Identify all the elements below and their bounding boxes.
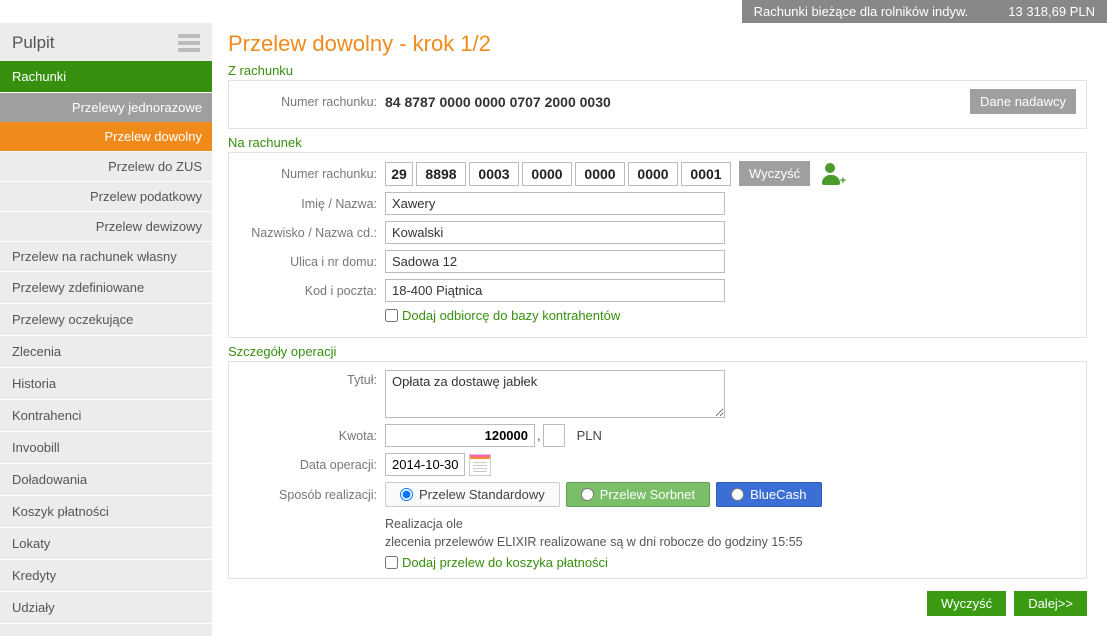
section-from-label: Z rachunku — [228, 63, 1087, 78]
to-street-label: Ulica i nr domu: — [235, 255, 385, 269]
from-account-label: Numer rachunku: — [235, 95, 385, 109]
sidebar-item-lokaty[interactable]: Lokaty — [0, 528, 212, 560]
amount-label: Kwota: — [235, 429, 385, 443]
method-bluecash[interactable]: BlueCash — [716, 482, 821, 507]
contact-picker-icon[interactable]: + — [820, 163, 842, 185]
sidebar-sub-przelewy-jednorazowe[interactable]: Przelewy jednorazowe — [0, 93, 212, 122]
to-surname-label: Nazwisko / Nazwa cd.: — [235, 226, 385, 240]
method-sorbnet[interactable]: Przelew Sorbnet — [566, 482, 710, 507]
sidebar-sub-przelew-dowolny[interactable]: Przelew dowolny — [0, 122, 212, 152]
page-title: Przelew dowolny - krok 1/2 — [228, 31, 1087, 57]
from-account-value: 84 8787 0000 0000 0707 2000 0030 — [385, 94, 611, 110]
sidebar-item-kontrahenci[interactable]: Kontrahenci — [0, 400, 212, 432]
nrb-seg-2[interactable] — [469, 162, 519, 186]
sidebar-sub-przelew-podatkowy[interactable]: Przelew podatkowy — [0, 182, 212, 212]
sidebar-title: Pulpit — [12, 33, 55, 53]
section-to-label: Na rachunek — [228, 135, 1087, 150]
account-strip: Rachunki bieżące dla rolników indyw. 13 … — [742, 0, 1107, 23]
add-basket-checkbox[interactable] — [385, 556, 398, 569]
to-street-input[interactable] — [385, 250, 725, 273]
sender-data-button[interactable]: Dane nadawcy — [970, 89, 1076, 114]
sidebar-item-zdefiniowane[interactable]: Przelewy zdefiniowane — [0, 272, 212, 304]
sidebar-item-oczekujace[interactable]: Przelewy oczekujące — [0, 304, 212, 336]
to-post-label: Kod i poczta: — [235, 284, 385, 298]
clear-nrb-button[interactable]: Wyczyść — [739, 161, 810, 186]
date-input[interactable] — [385, 453, 465, 476]
sidebar-item-doladowania[interactable]: Doładowania — [0, 464, 212, 496]
method-label: Sposób realizacji: — [235, 488, 385, 502]
to-post-input[interactable] — [385, 279, 725, 302]
date-label: Data operacji: — [235, 458, 385, 472]
sidebar-item-invoobill[interactable]: Invoobill — [0, 432, 212, 464]
method-hint-2: zlecenia przelewów ELIXIR realizowane są… — [385, 531, 803, 549]
method-hint-1: Realizacja ole — [385, 513, 803, 531]
next-button[interactable]: Dalej>> — [1014, 591, 1087, 616]
nrb-seg-6[interactable] — [681, 162, 731, 186]
to-nrb-input — [385, 162, 731, 186]
sidebar-item-udzialy[interactable]: Udziały — [0, 592, 212, 624]
sidebar-item-kredyty[interactable]: Kredyty — [0, 560, 212, 592]
calendar-icon[interactable] — [469, 454, 491, 476]
sidebar-sub-przelew-dewizowy[interactable]: Przelew dewizowy — [0, 212, 212, 242]
method-standard[interactable]: Przelew Standardowy — [385, 482, 560, 507]
method-sorbnet-radio[interactable] — [581, 488, 594, 501]
menu-icon[interactable] — [178, 34, 200, 52]
sidebar-item-historia[interactable]: Historia — [0, 368, 212, 400]
sidebar-sub-przelew-zus[interactable]: Przelew do ZUS — [0, 152, 212, 182]
to-surname-input[interactable] — [385, 221, 725, 244]
amount-dec-input[interactable] — [543, 424, 565, 447]
section-details-label: Szczegóły operacji — [228, 344, 1087, 359]
account-name: Rachunki bieżące dla rolników indyw. — [754, 4, 969, 19]
to-name-label: Imię / Nazwa: — [235, 197, 385, 211]
account-balance: 13 318,69 PLN — [1008, 4, 1095, 19]
nrb-seg-4[interactable] — [575, 162, 625, 186]
title-label: Tytuł: — [235, 370, 385, 387]
currency-label: PLN — [577, 428, 602, 443]
to-nrb-label: Numer rachunku: — [235, 167, 385, 181]
amount-input[interactable] — [385, 424, 535, 447]
add-contact-checkbox[interactable] — [385, 309, 398, 322]
nrb-seg-3[interactable] — [522, 162, 572, 186]
add-basket-label: Dodaj przelew do koszyka płatności — [402, 555, 608, 570]
sidebar-item-zlecenia[interactable]: Zlecenia — [0, 336, 212, 368]
sidebar-item-koszyk[interactable]: Koszyk płatności — [0, 496, 212, 528]
sidebar: Pulpit Rachunki Przelewy jednorazowe Prz… — [0, 23, 212, 636]
sidebar-item-rachunki[interactable]: Rachunki — [0, 61, 212, 93]
clear-form-button[interactable]: Wyczyść — [927, 591, 1006, 616]
nrb-seg-1[interactable] — [416, 162, 466, 186]
sidebar-sub-przelew-wlasny[interactable]: Przelew na rachunek własny — [0, 242, 212, 272]
add-contact-label: Dodaj odbiorcę do bazy kontrahentów — [402, 308, 620, 323]
nrb-seg-0[interactable] — [385, 162, 413, 186]
title-input[interactable] — [385, 370, 725, 418]
method-bluecash-radio[interactable] — [731, 488, 744, 501]
to-name-input[interactable] — [385, 192, 725, 215]
method-standard-radio[interactable] — [400, 488, 413, 501]
nrb-seg-5[interactable] — [628, 162, 678, 186]
